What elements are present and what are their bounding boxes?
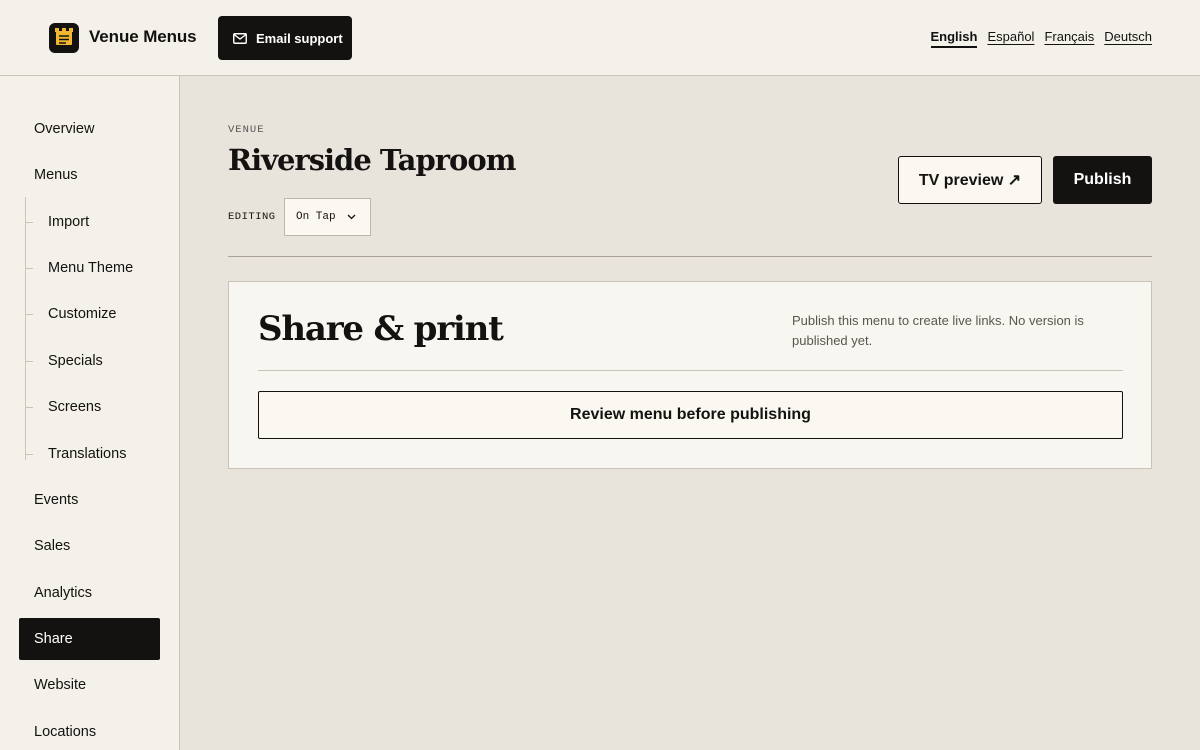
card-divider bbox=[258, 370, 1123, 371]
lang-espanol[interactable]: Español bbox=[987, 29, 1034, 48]
sidebar-item-specials[interactable]: Specials bbox=[19, 340, 160, 382]
card-title: Share & print bbox=[258, 309, 504, 349]
share-print-card: Share & print Publish this menu to creat… bbox=[228, 281, 1152, 469]
page-title: Riverside Taproom bbox=[228, 143, 516, 177]
sidebar-item-customize[interactable]: Customize bbox=[19, 293, 160, 335]
chevron-down-icon bbox=[347, 214, 356, 220]
lang-deutsch[interactable]: Deutsch bbox=[1104, 29, 1152, 48]
sidebar-item-sales[interactable]: Sales bbox=[19, 525, 160, 567]
menu-select[interactable]: On Tap bbox=[284, 198, 371, 236]
editing-label: EDITING bbox=[228, 211, 276, 223]
sidebar-item-menu-theme[interactable]: Menu Theme bbox=[19, 247, 160, 289]
header-divider bbox=[228, 256, 1152, 257]
language-switcher: English Español Français Deutsch bbox=[930, 29, 1152, 48]
menu-board-icon bbox=[49, 23, 79, 53]
mail-icon bbox=[233, 32, 247, 44]
menu-select-value: On Tap bbox=[296, 211, 336, 223]
sidebar-item-menus[interactable]: Menus bbox=[19, 154, 160, 196]
sidebar-item-events[interactable]: Events bbox=[19, 479, 160, 521]
top-bar: Venue Menus Email support English Españo… bbox=[0, 0, 1200, 76]
venue-eyebrow: VENUE bbox=[228, 124, 265, 136]
publish-button[interactable]: Publish bbox=[1053, 156, 1152, 204]
sidebar-item-share[interactable]: Share bbox=[19, 618, 160, 660]
email-support-button[interactable]: Email support bbox=[218, 16, 352, 60]
sidebar-item-analytics[interactable]: Analytics bbox=[19, 572, 160, 614]
app-name: Venue Menus bbox=[89, 27, 197, 46]
sidebar-item-overview[interactable]: Overview bbox=[19, 108, 160, 150]
sidebar-item-screens[interactable]: Screens bbox=[19, 386, 160, 428]
sidebar-item-locations[interactable]: Locations bbox=[19, 711, 160, 750]
tv-preview-button[interactable]: TV preview ↗ bbox=[898, 156, 1042, 204]
lang-english[interactable]: English bbox=[930, 29, 978, 48]
sidebar-item-translations[interactable]: Translations bbox=[19, 433, 160, 475]
email-support-label: Email support bbox=[256, 30, 343, 46]
review-menu-button[interactable]: Review menu before publishing bbox=[258, 391, 1123, 439]
card-description: Publish this menu to create live links. … bbox=[792, 313, 1084, 348]
sidebar: Overview Menus Import Menu Theme Customi… bbox=[0, 76, 180, 750]
lang-francais[interactable]: Français bbox=[1044, 29, 1094, 48]
sidebar-item-website[interactable]: Website bbox=[19, 664, 160, 706]
sidebar-item-import[interactable]: Import bbox=[19, 201, 160, 243]
